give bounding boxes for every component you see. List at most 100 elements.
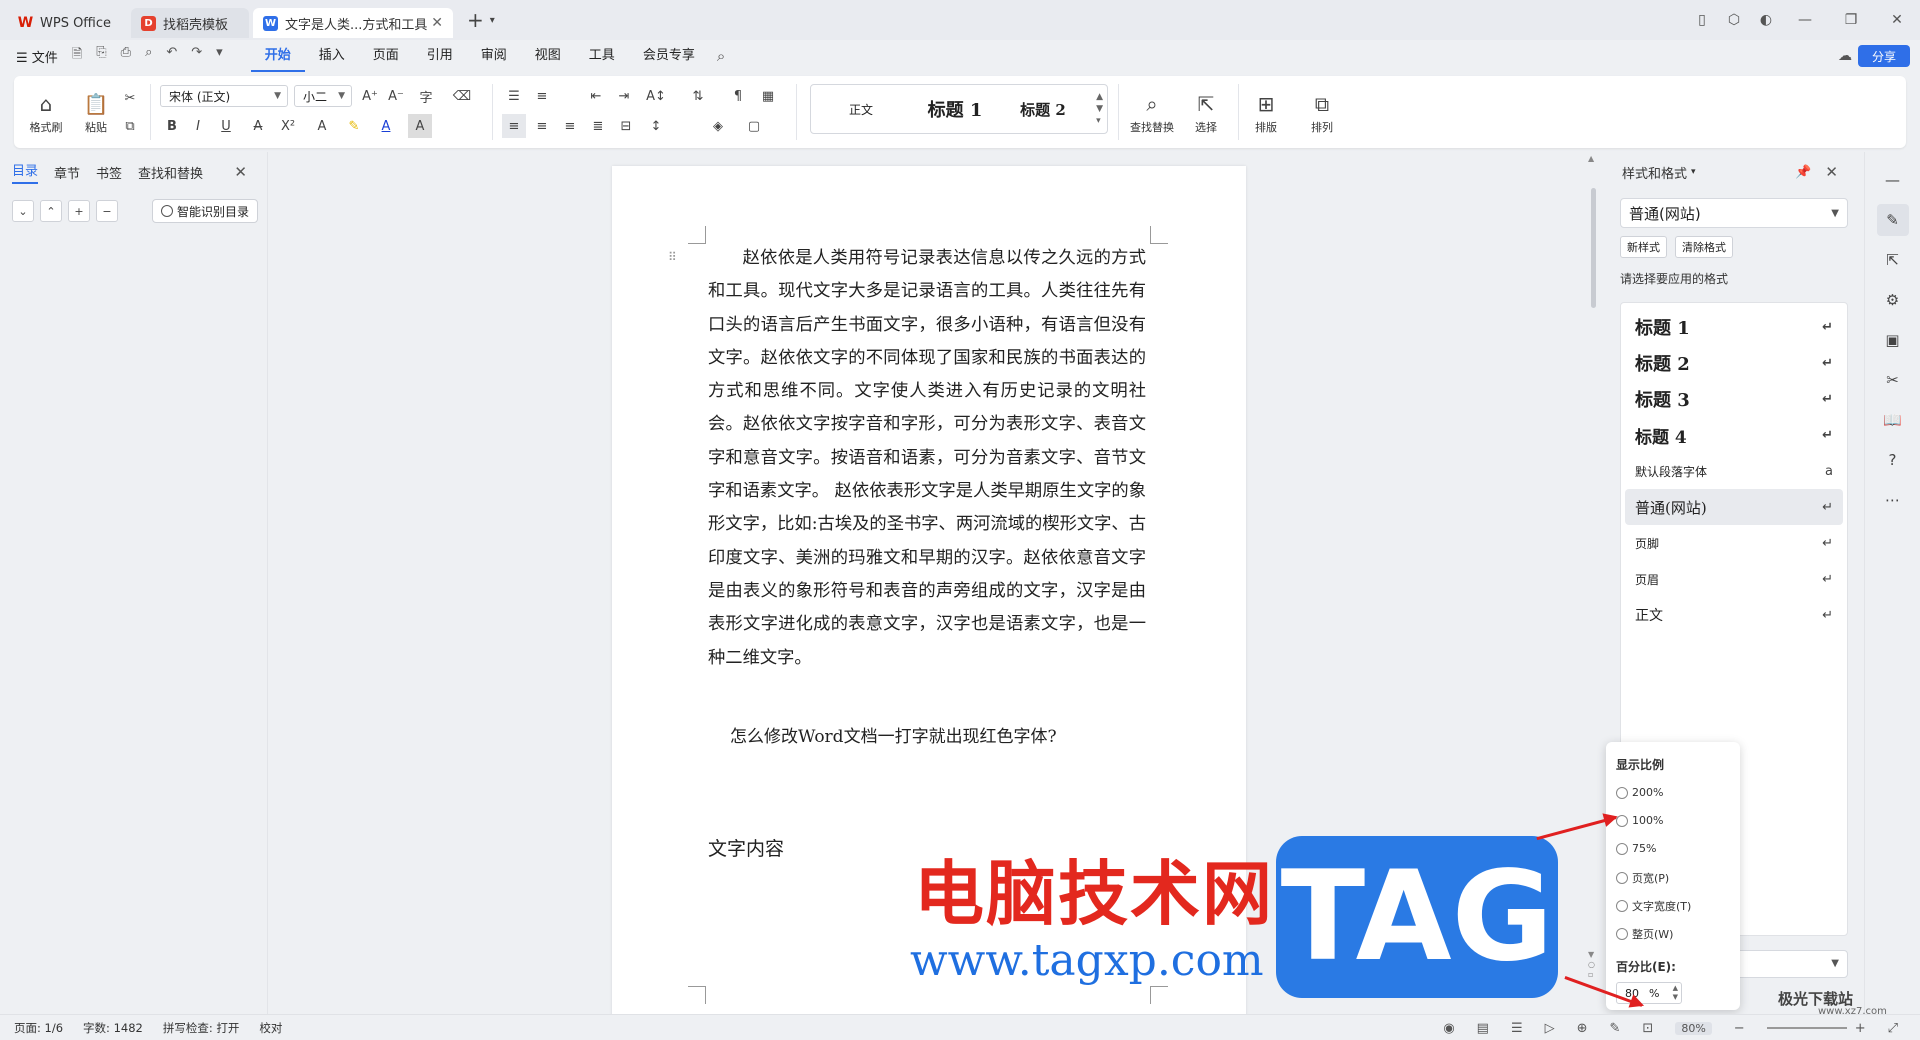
line-spacing-icon[interactable]: ↕ bbox=[644, 114, 668, 138]
collapse-icon[interactable]: — bbox=[1877, 164, 1909, 196]
tab-find-replace[interactable]: 查找和替换 bbox=[138, 163, 203, 182]
word-count[interactable]: 字数: 1482 bbox=[83, 1020, 143, 1036]
tab-view[interactable]: 视图 bbox=[521, 40, 575, 72]
outline-view-icon[interactable]: ☰ bbox=[1511, 1021, 1523, 1036]
copy-icon[interactable]: ⧉ bbox=[118, 114, 142, 138]
align-left-icon[interactable]: ≡ bbox=[502, 114, 526, 138]
decrease-indent-icon[interactable]: ⇤ bbox=[584, 84, 608, 108]
spell-check[interactable]: 拼写检查: 打开 bbox=[163, 1020, 240, 1036]
sort-icon[interactable]: ⇅ bbox=[686, 84, 710, 108]
bold-icon[interactable]: B bbox=[160, 114, 184, 138]
text-effect-icon[interactable]: A bbox=[310, 114, 334, 138]
highlight-icon[interactable]: ✎ bbox=[342, 114, 366, 138]
numbered-list-icon[interactable]: ≡ bbox=[530, 84, 554, 108]
scroll-up-icon[interactable]: ▲ bbox=[1588, 154, 1594, 163]
remove-icon[interactable]: − bbox=[96, 200, 118, 222]
more-icon[interactable]: ⋯ bbox=[1877, 484, 1909, 516]
shading-icon[interactable]: ◈ bbox=[706, 114, 730, 138]
select-button[interactable]: ⇱ 选择 bbox=[1184, 84, 1228, 140]
tab-page[interactable]: 页面 bbox=[359, 40, 413, 72]
page-view-icon[interactable]: ▤ bbox=[1477, 1021, 1489, 1036]
new-style-button[interactable]: 新样式 bbox=[1620, 236, 1667, 258]
smart-toc-button[interactable]: 智能识别目录 bbox=[152, 199, 259, 223]
vertical-scrollbar[interactable]: ▲ ▼ ○ ▫ bbox=[1588, 154, 1598, 1014]
tab-template[interactable]: D 找稻壳模板 bbox=[131, 8, 250, 38]
add-icon[interactable]: + bbox=[68, 200, 90, 222]
close-icon[interactable]: ✕ bbox=[1825, 163, 1838, 181]
page-count[interactable]: 页面: 1/6 bbox=[14, 1020, 63, 1036]
pin-icon[interactable]: 📌 bbox=[1795, 165, 1811, 180]
cloud-icon[interactable]: ☁ bbox=[1838, 48, 1852, 64]
cut-icon[interactable]: ✂ bbox=[118, 86, 142, 110]
book-icon[interactable]: 📖 bbox=[1877, 404, 1909, 436]
close-icon[interactable]: ✕ bbox=[234, 163, 247, 181]
close-window-icon[interactable]: ✕ bbox=[1874, 12, 1920, 28]
cube-icon[interactable]: ⬡ bbox=[1718, 12, 1750, 28]
web-view-icon[interactable]: ⊕ bbox=[1577, 1021, 1588, 1036]
minimize-icon[interactable]: — bbox=[1782, 12, 1828, 28]
shrink-font-icon[interactable]: A⁻ bbox=[384, 84, 408, 108]
fullscreen-icon[interactable]: ⤢ bbox=[1888, 1021, 1898, 1036]
border-icon[interactable]: ▢ bbox=[742, 114, 766, 138]
more-icon[interactable]: ▾ bbox=[216, 45, 223, 67]
zoom-option-text-width[interactable]: 文字宽度(T) bbox=[1616, 898, 1691, 914]
arrange-button[interactable]: ⧉ 排列 bbox=[1300, 84, 1344, 140]
drag-handle-icon[interactable]: ⠿ bbox=[668, 250, 677, 264]
chevron-down-icon[interactable]: ⌄ bbox=[12, 200, 34, 222]
style-item-heading-4[interactable]: 标题 4 ↵ bbox=[1625, 417, 1843, 453]
avatar[interactable]: ◐ bbox=[1750, 12, 1782, 28]
export-icon[interactable]: ⎘ bbox=[96, 45, 106, 67]
style-item-normal-web[interactable]: 普通(网站) ↵ bbox=[1625, 489, 1843, 525]
zoom-option-100[interactable]: 100% bbox=[1616, 814, 1663, 827]
zoom-level[interactable]: 80% bbox=[1675, 1021, 1712, 1035]
new-tab-icon[interactable]: + bbox=[467, 8, 484, 32]
edit-style-icon[interactable]: ✎ bbox=[1876, 204, 1909, 236]
font-size-select[interactable]: 小二 ▼ bbox=[294, 85, 352, 107]
undo-icon[interactable]: ↶ bbox=[166, 45, 177, 67]
style-heading-1[interactable]: 标题 1 bbox=[911, 96, 999, 122]
distribute-icon[interactable]: ⊟ bbox=[614, 114, 638, 138]
font-family-select[interactable]: 宋体 (正文) ▼ bbox=[160, 85, 288, 107]
text-direction-icon[interactable]: A↕ bbox=[644, 84, 668, 108]
eye-icon[interactable]: ◉ bbox=[1443, 1021, 1454, 1036]
file-menu[interactable]: ☰ 文件 bbox=[16, 47, 58, 66]
style-item-header[interactable]: 页眉 ↵ bbox=[1625, 561, 1843, 597]
style-item-body[interactable]: 正文 ↵ bbox=[1625, 597, 1843, 633]
grow-font-icon[interactable]: A⁺ bbox=[358, 84, 382, 108]
find-replace-button[interactable]: ⌕ 查找替换 bbox=[1118, 84, 1186, 140]
proofread[interactable]: 校对 bbox=[259, 1020, 282, 1036]
tab-wps-office[interactable]: W WPS Office bbox=[8, 8, 121, 38]
tab-document[interactable]: W 文字是人类...方式和工具 ✕ bbox=[253, 8, 454, 38]
align-center-icon[interactable]: ≡ bbox=[530, 114, 554, 138]
chevron-down-icon[interactable]: ▾ bbox=[490, 15, 495, 26]
gallery-scroll-icon[interactable]: ▲ ▼ ▾ bbox=[1096, 91, 1103, 127]
question-line[interactable]: 怎么修改Word文档一打字就出现红色字体? bbox=[730, 722, 1057, 747]
tab-chapter[interactable]: 章节 bbox=[54, 163, 80, 182]
select-icon[interactable]: ⇱ bbox=[1877, 244, 1909, 276]
align-right-icon[interactable]: ≡ bbox=[558, 114, 582, 138]
style-item-footer[interactable]: 页脚 ↵ bbox=[1625, 525, 1843, 561]
tab-bookmark[interactable]: 书签 bbox=[96, 163, 122, 182]
zoom-option-75[interactable]: 75% bbox=[1616, 842, 1656, 855]
style-item-heading-1[interactable]: 标题 1 ↵ bbox=[1625, 309, 1843, 345]
display-filter-select[interactable]: ▼ bbox=[1736, 950, 1848, 978]
redo-icon[interactable]: ↷ bbox=[191, 45, 202, 67]
print-icon[interactable]: ⎙ bbox=[121, 45, 131, 67]
fit-icon[interactable]: ⊡ bbox=[1642, 1021, 1653, 1036]
italic-icon[interactable]: I bbox=[186, 114, 210, 138]
zoom-slider[interactable] bbox=[1766, 1027, 1847, 1029]
increase-indent-icon[interactable]: ⇥ bbox=[612, 84, 636, 108]
style-item-default-font[interactable]: 默认段落字体 a bbox=[1625, 453, 1843, 489]
restore-icon[interactable]: ❐ bbox=[1828, 12, 1874, 28]
style-heading-2[interactable]: 标题 2 bbox=[999, 99, 1087, 120]
tab-member[interactable]: 会员专享 bbox=[629, 40, 709, 72]
tab-insert[interactable]: 插入 bbox=[305, 40, 359, 72]
scroll-thumb[interactable] bbox=[1591, 188, 1596, 308]
font-color-icon[interactable]: A bbox=[374, 114, 398, 138]
layout-button[interactable]: ⊞ 排版 bbox=[1244, 84, 1288, 140]
styles-panel-title[interactable]: 样式和格式 bbox=[1622, 163, 1687, 182]
bullet-list-icon[interactable]: ☰ bbox=[502, 84, 526, 108]
char-shading-icon[interactable]: A bbox=[408, 114, 432, 138]
spinner-icon[interactable]: ▲ ▼ bbox=[1673, 984, 1678, 1002]
show-marks-icon[interactable]: ¶ bbox=[726, 84, 750, 108]
